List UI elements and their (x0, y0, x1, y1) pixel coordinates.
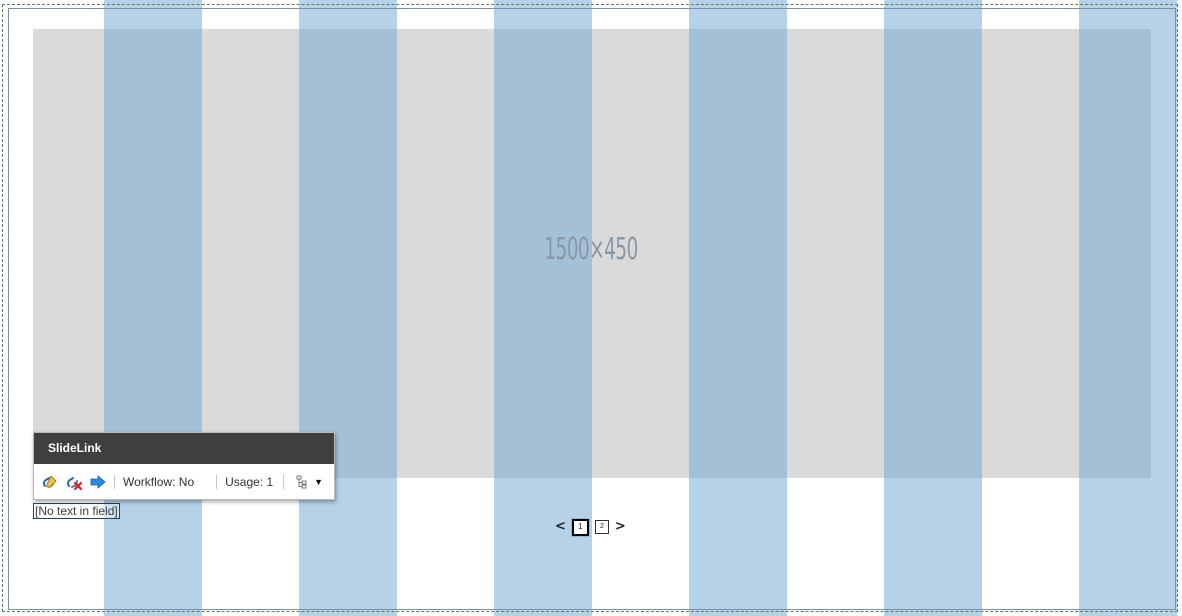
placeholder-size-label: 1500×450 (544, 232, 638, 267)
page-indicator-current[interactable]: 1 (571, 518, 589, 536)
arrow-right-icon[interactable] (88, 472, 108, 492)
link-remove-icon[interactable] (64, 472, 84, 492)
link-edit-icon[interactable] (40, 472, 60, 492)
empty-text-field[interactable]: [No text in field] (33, 503, 120, 519)
previous-slide-button[interactable]: < (555, 518, 566, 536)
chrome-actions: Workflow: No Usage: 1 ▼ (34, 464, 334, 499)
field-chrome-toolbar: SlideLink Workflow: No Usage: 1 ▼ (33, 432, 335, 500)
page-canvas: 1500×450 < 1 2 > [No text in field] Slid… (0, 0, 1182, 616)
chrome-title: SlideLink (34, 433, 334, 464)
toolbar-separator (114, 474, 115, 489)
next-slide-button[interactable]: > (615, 518, 626, 536)
usage-count[interactable]: Usage: 1 (225, 475, 273, 489)
toolbar-separator (283, 474, 285, 489)
page-indicator[interactable]: 2 (594, 520, 609, 534)
tree-icon[interactable] (292, 472, 312, 492)
chevron-down-icon[interactable]: ▼ (314, 477, 323, 487)
workflow-status[interactable]: Workflow: No (123, 475, 194, 489)
toolbar-separator (216, 474, 218, 489)
slide-pager: < 1 2 > (555, 518, 626, 536)
